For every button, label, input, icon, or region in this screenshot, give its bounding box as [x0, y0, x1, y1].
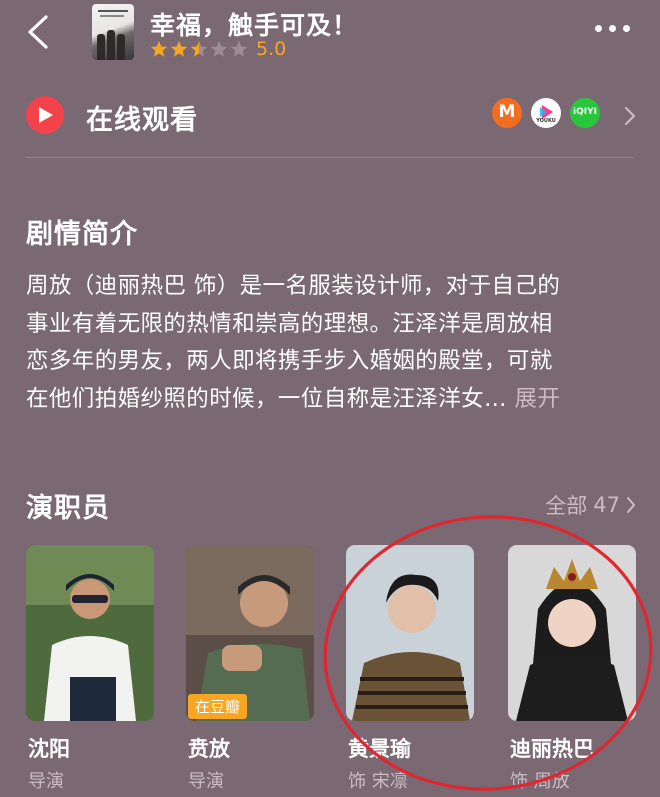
cast-role: 导演	[28, 771, 64, 792]
page-title: 幸福，触手可及！	[150, 11, 359, 40]
cast-name: 黄景瑜	[348, 737, 411, 761]
cast-all-link[interactable]: 全部 47	[545, 490, 636, 520]
star-rating	[150, 40, 248, 58]
more-dots-icon	[595, 25, 602, 32]
cast-card[interactable]: 黄景瑜 饰 宋凛	[346, 545, 476, 792]
cast-photo	[508, 545, 636, 721]
cast-title: 演职员	[26, 493, 110, 524]
poster-thumbnail[interactable]	[92, 4, 134, 60]
header: 幸福，触手可及！ 5.0	[0, 0, 660, 78]
online-watch-row[interactable]: 在线观看 M YOUKU iQIYI	[0, 88, 660, 158]
youku-icon[interactable]: YOUKU	[531, 98, 561, 128]
cast-photo: 在豆瓣	[186, 545, 314, 721]
chevron-left-icon	[28, 15, 48, 49]
back-button[interactable]	[24, 14, 54, 50]
online-watch-label: 在线观看	[86, 105, 198, 136]
cast-role: 饰 宋凛	[348, 771, 408, 792]
cast-role: 饰 周放	[510, 771, 570, 792]
cast-list: 沈阳 导演 在豆瓣 贲放 导演 黄景瑜 饰 宋凛 迪丽热巴 饰 周放	[24, 545, 660, 797]
cast-card[interactable]: 沈阳 导演	[26, 545, 156, 792]
cast-photo	[26, 545, 154, 721]
cast-card[interactable]: 在豆瓣 贲放 导演	[186, 545, 316, 792]
star-icon	[170, 41, 188, 57]
cast-name: 迪丽热巴	[510, 737, 594, 761]
cast-role: 导演	[188, 771, 224, 792]
play-icon	[26, 96, 64, 134]
star-icon	[150, 41, 168, 57]
synopsis-line: 恋多年的男友，两人即将携手步入婚姻的殿堂，可就	[26, 348, 553, 374]
platform-list: M YOUKU iQIYI	[492, 98, 600, 128]
iqiyi-icon[interactable]: iQIYI	[570, 98, 600, 128]
cast-all-label: 全部	[545, 494, 588, 518]
cast-name: 贲放	[188, 737, 230, 761]
more-button[interactable]	[595, 25, 630, 32]
cast-count: 47	[593, 493, 620, 517]
star-icon	[210, 41, 228, 57]
cast-photo	[346, 545, 474, 721]
chevron-right-icon	[627, 497, 635, 513]
synopsis-line: 事业有着无限的热情和崇高的理想。汪泽洋是周放相	[26, 310, 553, 337]
cast-card[interactable]: 迪丽热巴 饰 周放	[508, 545, 638, 792]
star-icon	[190, 41, 208, 57]
mgtv-icon[interactable]: M	[492, 98, 522, 128]
douban-badge: 在豆瓣	[188, 694, 248, 719]
rating-score: 5.0	[256, 38, 287, 60]
rating: 5.0	[150, 38, 286, 60]
divider	[26, 157, 634, 158]
synopsis-text: 周放（迪丽热巴 饰）是一名服装设计师，对于自己的 事业有着无限的热情和崇高的理想…	[26, 268, 638, 418]
cast-name: 沈阳	[28, 737, 70, 761]
synopsis-title: 剧情简介	[26, 219, 138, 250]
synopsis-line: 周放（迪丽热巴 饰）是一名服装设计师，对于自己的	[26, 273, 561, 299]
star-icon	[230, 41, 248, 57]
chevron-right-icon	[624, 106, 636, 126]
synopsis-line: 在他们拍婚纱照的时候，一位自称是汪泽洋女… 展开	[26, 385, 561, 412]
expand-link[interactable]: 展开	[514, 386, 560, 412]
